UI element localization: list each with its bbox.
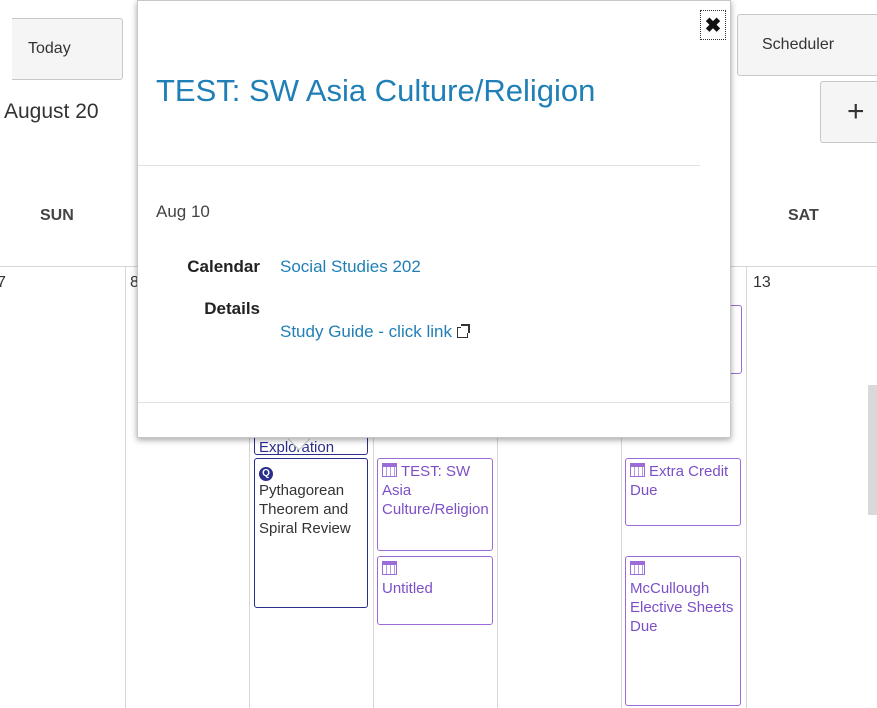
event-title: TEST: SW Asia Culture/Religion	[382, 463, 489, 518]
event-quiz[interactable]: Q Pythagorean Theorem and Spiral Review	[254, 458, 368, 608]
calendar-icon	[630, 463, 645, 477]
popover-divider	[138, 165, 700, 166]
quiz-icon: Q	[259, 467, 273, 481]
event-extra-credit[interactable]: Extra Credit Due	[625, 458, 741, 526]
event-title: Untitled	[382, 580, 433, 597]
add-event-button[interactable]: +	[820, 81, 877, 143]
grid-divider	[746, 266, 747, 708]
popover-title[interactable]: TEST: SW Asia Culture/Religion	[156, 73, 595, 109]
day-number[interactable]: 13	[753, 274, 771, 292]
event-untitled[interactable]: Untitled	[377, 556, 493, 625]
popover-divider	[138, 402, 732, 403]
scrollbar[interactable]	[868, 385, 877, 515]
event-title: Pythagorean Theorem and Spiral Review	[259, 482, 351, 537]
calendar-label: Calendar	[187, 257, 260, 276]
event-mccullough[interactable]: McCullough Elective Sheets Due	[625, 556, 741, 706]
today-button[interactable]: Today	[12, 18, 123, 80]
grid-divider	[125, 266, 126, 708]
calendar-icon	[382, 561, 397, 575]
scheduler-button[interactable]: Scheduler	[737, 14, 877, 76]
details-link-text[interactable]: Study Guide - click link	[280, 322, 452, 341]
details-label: Details	[204, 299, 260, 318]
calendar-icon	[630, 561, 645, 575]
external-link-icon	[456, 324, 470, 338]
close-icon[interactable]: ✖	[700, 10, 726, 40]
month-title: August 20	[4, 100, 99, 123]
calendar-icon	[382, 463, 397, 477]
calendar-link[interactable]: Social Studies 202	[280, 257, 421, 277]
day-header-sat: SAT	[788, 207, 819, 224]
event-title: McCullough Elective Sheets Due	[630, 580, 734, 635]
day-header-sun: SUN	[40, 207, 74, 224]
day-number[interactable]: 7	[0, 274, 6, 292]
event-test[interactable]: TEST: SW Asia Culture/Religion	[377, 458, 493, 551]
event-popover: TEST: SW Asia Culture/Religion Aug 10 Ca…	[137, 0, 732, 438]
popover-date: Aug 10	[156, 202, 210, 221]
details-link[interactable]: Study Guide - click link	[280, 322, 470, 342]
